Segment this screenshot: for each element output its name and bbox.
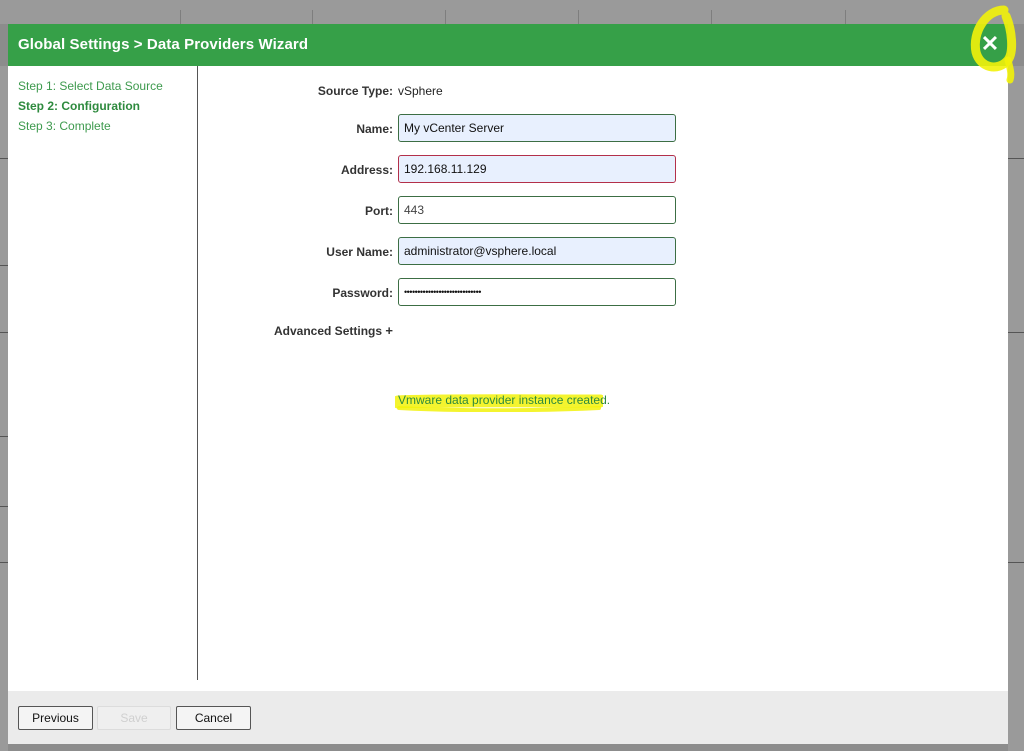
source-type-row: Source Type: vSphere bbox=[8, 83, 1008, 113]
background-divider bbox=[0, 158, 8, 159]
password-input[interactable]: ••••••••••••••••••••••••••••• bbox=[398, 278, 676, 306]
cancel-button[interactable]: Cancel bbox=[176, 706, 251, 730]
modal-header: Global Settings > Data Providers Wizard … bbox=[8, 24, 1008, 66]
port-row: Port: 443 bbox=[8, 196, 1008, 226]
background-divider bbox=[445, 10, 446, 24]
previous-button[interactable]: Previous bbox=[18, 706, 93, 730]
port-label: Port: bbox=[365, 204, 393, 218]
name-row: Name: My vCenter Server bbox=[8, 114, 1008, 144]
background-divider bbox=[1008, 158, 1024, 159]
background-divider bbox=[312, 10, 313, 24]
username-input[interactable]: administrator@vsphere.local bbox=[398, 237, 676, 265]
source-type-label: Source Type: bbox=[317, 84, 393, 98]
source-type-value: vSphere bbox=[398, 84, 443, 98]
name-input[interactable]: My vCenter Server bbox=[398, 114, 676, 142]
password-label: Password: bbox=[332, 286, 393, 300]
background-page-right bbox=[1008, 66, 1024, 751]
modal-title: Global Settings > Data Providers Wizard bbox=[18, 36, 309, 53]
background-divider bbox=[1008, 562, 1024, 563]
success-message: Vmware data provider instance created. bbox=[398, 393, 611, 407]
background-page-left bbox=[0, 66, 8, 751]
password-row: Password: ••••••••••••••••••••••••••••• bbox=[8, 278, 1008, 308]
background-header bbox=[0, 0, 1024, 24]
background-divider bbox=[0, 436, 8, 437]
port-input[interactable]: 443 bbox=[398, 196, 676, 224]
background-divider bbox=[0, 506, 8, 507]
advanced-settings-toggle[interactable]: Advanced Settings + bbox=[274, 323, 393, 338]
modal-footer: Previous Save Cancel bbox=[8, 691, 1008, 744]
data-providers-wizard-modal: Global Settings > Data Providers Wizard … bbox=[8, 5, 1017, 744]
background-divider bbox=[0, 265, 8, 266]
background-divider bbox=[1008, 332, 1024, 333]
background-divider bbox=[180, 10, 181, 24]
background-divider bbox=[711, 10, 712, 24]
username-label: User Name: bbox=[326, 245, 393, 259]
background-divider bbox=[845, 10, 846, 24]
background-divider bbox=[0, 562, 8, 563]
close-icon[interactable]: ✕ bbox=[976, 30, 1004, 58]
address-row: Address: 192.168.11.129 bbox=[8, 155, 1008, 185]
advanced-settings-label: Advanced Settings bbox=[274, 324, 383, 338]
background-divider bbox=[578, 10, 579, 24]
background-divider bbox=[0, 332, 8, 333]
address-input[interactable]: 192.168.11.129 bbox=[398, 155, 676, 183]
name-label: Name: bbox=[356, 122, 393, 136]
plus-icon: + bbox=[385, 323, 393, 338]
save-button[interactable]: Save bbox=[97, 706, 171, 730]
username-row: User Name: administrator@vsphere.local bbox=[8, 237, 1008, 267]
address-label: Address: bbox=[340, 163, 393, 177]
